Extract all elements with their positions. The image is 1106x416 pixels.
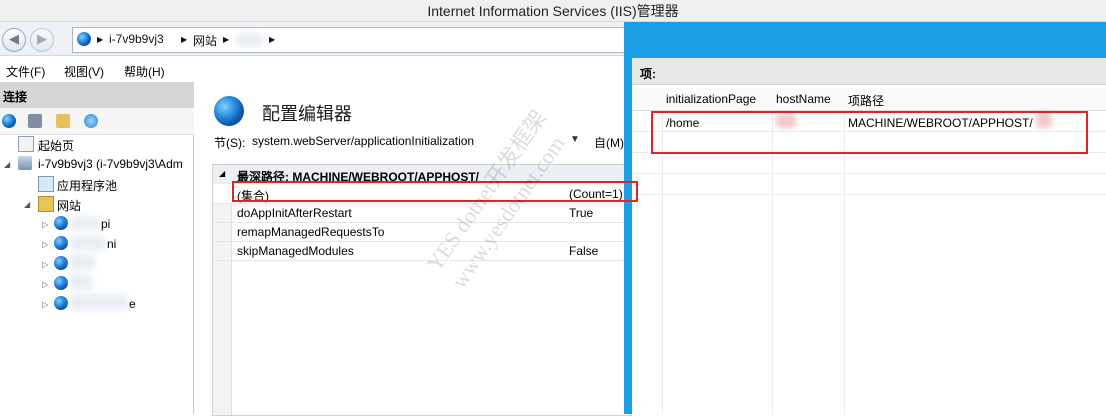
app-pool-icon: [38, 176, 54, 192]
site-globe-icon: [54, 216, 68, 230]
property-name: remapManagedRequestsTo: [237, 225, 385, 239]
tree-site[interactable]: pi: [101, 217, 110, 231]
sites-folder-icon: [38, 196, 54, 212]
section-value[interactable]: system.webServer/applicationInitializati…: [252, 134, 474, 148]
site-globe-icon: [54, 236, 68, 250]
site-globe-icon: [54, 296, 68, 310]
expand-triangle-icon[interactable]: ▷: [42, 260, 48, 269]
collection-editor-window: 项: initializationPage hostName 项路径 /home…: [624, 22, 1106, 414]
connections-pane: 连接 起始页 ◢ i-7v9b9vj3 (i-7v9b9vj3\Adm 应用程序…: [0, 82, 194, 414]
redacted-site-name: [70, 274, 92, 290]
site-globe-icon: [54, 276, 68, 290]
grid-row[interactable]: remapManagedRequestsTo: [213, 222, 631, 242]
redacted-site-name: [70, 254, 96, 270]
globe-icon: [77, 32, 91, 46]
redacted-site-name: [237, 33, 263, 47]
forward-arrow-icon: ▶: [37, 31, 47, 46]
tree-site[interactable]: ni: [107, 237, 116, 251]
expand-triangle-icon[interactable]: ▷: [42, 220, 48, 229]
highlight-collection-row: [232, 181, 638, 202]
redacted-site-name: [70, 294, 128, 310]
highlight-collection-item: [651, 111, 1088, 154]
column-header-hostname[interactable]: hostName: [772, 88, 845, 111]
breadcrumb-separator-icon: ▶: [97, 35, 104, 44]
tree-app-pools[interactable]: 应用程序池: [57, 177, 117, 194]
title-bar: Internet Information Services (IIS)管理器: [0, 0, 1106, 22]
up-folder-icon[interactable]: [56, 114, 70, 128]
breadcrumb-server[interactable]: i-7v9b9vj3: [109, 32, 164, 46]
connections-toolbar: [0, 108, 194, 135]
column-divider: [662, 110, 663, 414]
tree-start-page[interactable]: 起始页: [38, 137, 74, 154]
connect-globe-icon[interactable]: [2, 114, 16, 128]
items-label: 项:: [640, 67, 656, 81]
menu-help[interactable]: 帮助(H): [124, 63, 165, 80]
collapse-triangle-icon[interactable]: ◢: [4, 160, 10, 169]
breadcrumb-separator-icon: ▶: [181, 35, 188, 44]
menu-bar: 文件(F) 视图(V) 帮助(H): [0, 58, 630, 80]
connections-header: 连接: [0, 82, 194, 108]
collapse-triangle-icon[interactable]: ◢: [24, 200, 30, 209]
window-title: Internet Information Services (IIS)管理器: [427, 3, 679, 19]
section-label: 节(S):: [214, 136, 246, 150]
column-header-initializationpage[interactable]: initializationPage: [662, 88, 773, 111]
row-header-column: [632, 88, 663, 111]
grid-row[interactable]: doAppInitAfterRestart True: [213, 203, 631, 223]
redacted-site-name: [70, 236, 106, 250]
row-divider: [632, 173, 1106, 174]
forward-button[interactable]: ▶: [30, 28, 54, 52]
menu-view[interactable]: 视图(V): [64, 63, 104, 80]
column-header-path[interactable]: 项路径: [844, 88, 1106, 111]
page-title: 配置编辑器: [262, 104, 352, 124]
address-bar[interactable]: ▶ i-7v9b9vj3 ▶ 网站 ▶ ▶: [72, 27, 626, 53]
menu-file[interactable]: 文件(F): [6, 63, 45, 80]
start-page-icon: [18, 136, 34, 152]
column-divider: [844, 110, 845, 414]
back-arrow-icon: ◀: [9, 31, 19, 46]
from-label[interactable]: 自(M): [594, 134, 624, 151]
tree-site[interactable]: e: [129, 297, 136, 311]
expand-triangle-icon[interactable]: ▷: [42, 280, 48, 289]
config-editor-globe-icon: [214, 96, 244, 126]
column-divider: [772, 110, 773, 414]
property-value[interactable]: True: [569, 206, 593, 220]
redacted-site-name: [70, 216, 100, 230]
expand-triangle-icon[interactable]: ▷: [42, 300, 48, 309]
collapse-triangle-icon[interactable]: ◢: [219, 169, 225, 178]
connections-title: 连接: [3, 90, 28, 104]
breadcrumb-separator-icon: ▶: [223, 35, 230, 44]
navigation-bar: ◀ ▶ ▶ i-7v9b9vj3 ▶ 网站 ▶ ▶: [0, 22, 630, 56]
tree-server[interactable]: i-7v9b9vj3 (i-7v9b9vj3\Adm: [38, 157, 183, 171]
disconnect-icon[interactable]: [84, 114, 98, 128]
site-globe-icon: [54, 256, 68, 270]
property-value[interactable]: False: [569, 244, 598, 258]
save-icon[interactable]: [28, 114, 42, 128]
section-selector-row: 节(S): system.webServer/applicationInitia…: [214, 134, 474, 151]
row-divider: [632, 194, 1106, 195]
property-name: skipManagedModules: [237, 244, 354, 258]
expand-triangle-icon[interactable]: ▷: [42, 240, 48, 249]
tree-sites[interactable]: 网站: [57, 197, 81, 214]
items-header: 项:: [632, 58, 1106, 85]
back-button[interactable]: ◀: [2, 28, 26, 52]
server-icon: [18, 156, 32, 170]
property-name: doAppInitAfterRestart: [237, 206, 352, 220]
breadcrumb-sites[interactable]: 网站: [193, 32, 217, 49]
breadcrumb-separator-icon: ▶: [269, 35, 276, 44]
